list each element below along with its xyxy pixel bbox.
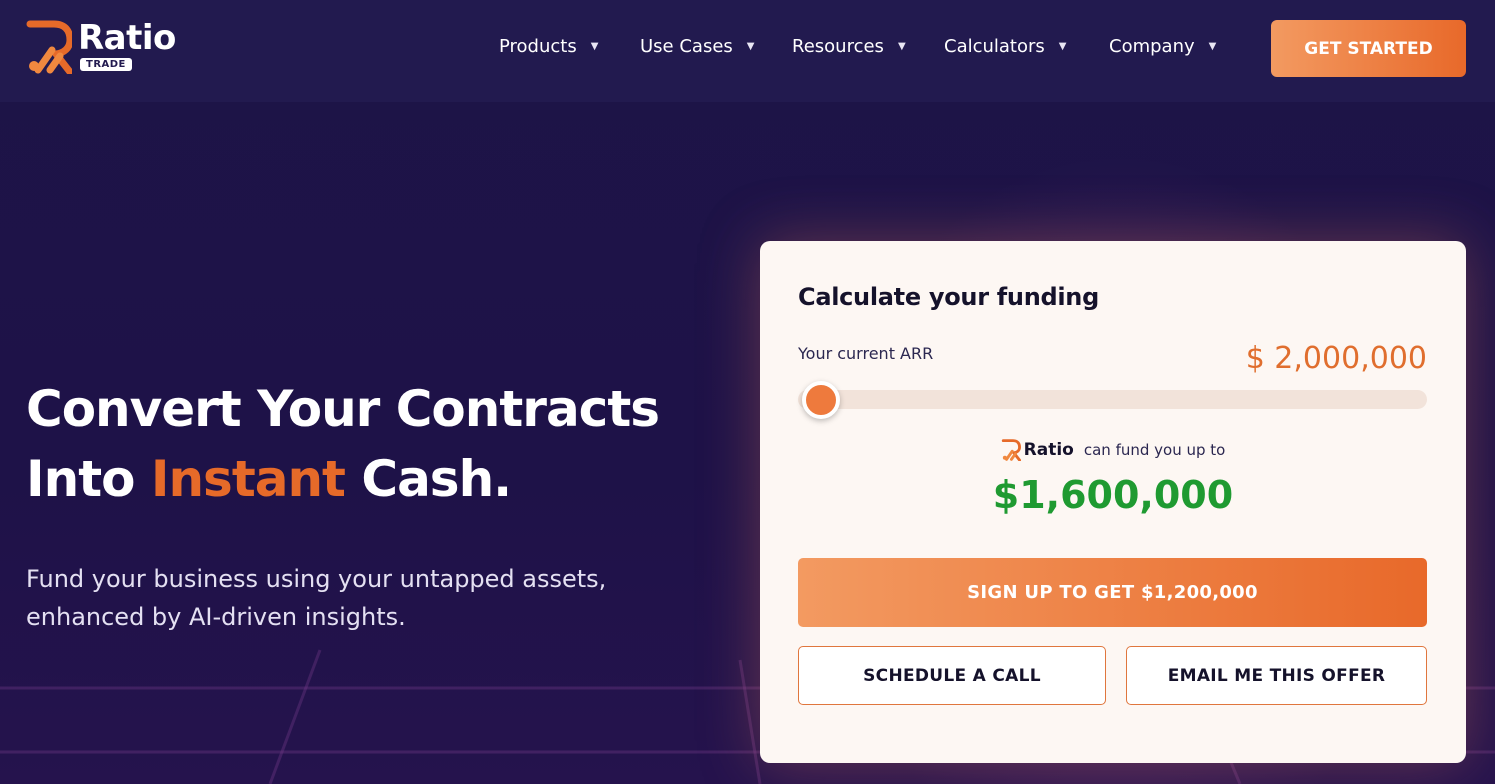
logo-badge: TRADE xyxy=(80,58,132,71)
ratio-logo[interactable]: Ratio TRADE xyxy=(26,18,196,78)
nav-item-resources[interactable]: Resources ▼ xyxy=(792,36,906,57)
arr-value: $ 2,000,000 xyxy=(1245,341,1427,376)
nav-item-label: Use Cases xyxy=(640,36,733,57)
top-navbar: Ratio TRADE Products ▼ Use Cases ▼ Resou… xyxy=(0,0,1495,102)
nav-item-calculators[interactable]: Calculators ▼ xyxy=(944,36,1067,57)
funding-calculator-card: Calculate your funding Your current ARR … xyxy=(760,241,1466,763)
chevron-down-icon: ▼ xyxy=(590,41,599,52)
mini-logo-wordmark: Ratio xyxy=(1023,440,1074,460)
schedule-call-button[interactable]: SCHEDULE A CALL xyxy=(798,646,1106,705)
hero-title-end: Cash. xyxy=(344,450,512,508)
chevron-down-icon: ▼ xyxy=(1058,41,1067,52)
hero-title-accent: Instant xyxy=(150,450,346,508)
nav-item-label: Calculators xyxy=(944,36,1045,57)
fund-text: can fund you up to xyxy=(1083,441,1226,459)
arr-label: Your current ARR xyxy=(798,344,934,363)
hero-title-start: Into xyxy=(26,450,151,508)
hero-title: Convert Your Contracts Into Instant Cash… xyxy=(26,374,726,514)
ratio-logo-icon xyxy=(1001,439,1021,461)
email-offer-button[interactable]: EMAIL ME THIS OFFER xyxy=(1126,646,1427,705)
chevron-down-icon: ▼ xyxy=(746,41,755,52)
mini-ratio-logo: Ratio xyxy=(1001,439,1074,461)
nav-item-products[interactable]: Products ▼ xyxy=(499,36,598,57)
nav-item-use-cases[interactable]: Use Cases ▼ xyxy=(640,36,754,57)
get-started-button[interactable]: GET STARTED xyxy=(1271,20,1466,77)
chevron-down-icon: ▼ xyxy=(897,41,906,52)
hero-subtitle: Fund your business using your untapped a… xyxy=(26,565,607,631)
fund-line: Ratio can fund you up to xyxy=(760,439,1466,461)
arr-slider-track[interactable] xyxy=(798,390,1427,409)
arr-slider-thumb[interactable] xyxy=(802,381,840,419)
nav-item-company[interactable]: Company ▼ xyxy=(1109,36,1216,57)
nav-item-label: Products xyxy=(499,36,577,57)
logo-wordmark: Ratio xyxy=(78,18,176,58)
sign-up-button[interactable]: SIGN UP TO GET $1,200,000 xyxy=(798,558,1427,627)
calculator-title: Calculate your funding xyxy=(798,283,1099,311)
ratio-logo-icon xyxy=(26,20,72,74)
fund-amount: $1,600,000 xyxy=(992,473,1234,517)
hero-title-line1: Convert Your Contracts xyxy=(26,380,660,438)
chevron-down-icon: ▼ xyxy=(1208,41,1217,52)
nav-item-label: Resources xyxy=(792,36,884,57)
nav-item-label: Company xyxy=(1109,36,1195,57)
